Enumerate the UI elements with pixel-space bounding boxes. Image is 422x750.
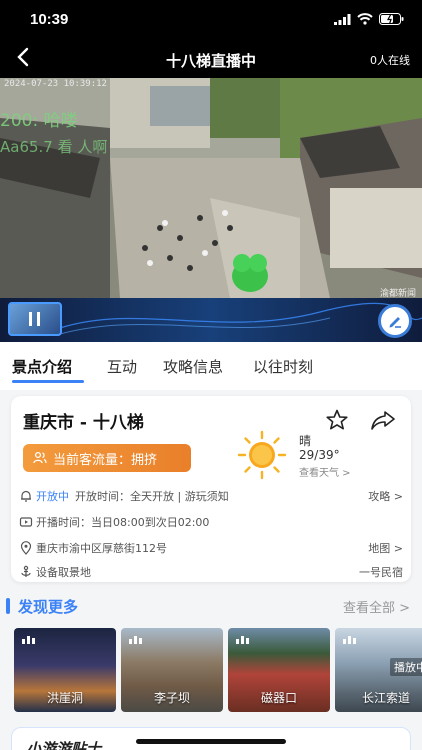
tab-guide[interactable]: 攻略信息	[163, 356, 223, 377]
spot-title: 重庆市 - 十八梯	[23, 413, 144, 433]
spot-card[interactable]: 磁器口	[228, 628, 330, 712]
spot-name: 李子坝	[153, 691, 190, 705]
discover-title: 发现更多	[18, 598, 79, 616]
tab-bar: 景点介绍 互动 攻略信息 以往时刻	[0, 342, 422, 390]
home-indicator	[136, 739, 286, 744]
people-icon	[33, 451, 47, 464]
danmaku-line-2: Aa65.7 看 人啊	[0, 138, 108, 156]
bell-icon	[21, 490, 31, 502]
live-signal-icon	[236, 636, 249, 644]
signal-icon	[334, 13, 351, 25]
status-time: 10:39	[30, 11, 69, 28]
weather-temperature: 29/39°	[299, 448, 340, 462]
status-icons	[334, 13, 404, 25]
live-video[interactable]: 2024-07-23 10:39:12 200: 哈喽 Aa65.7 看 人啊 …	[0, 78, 422, 342]
pause-icon	[29, 312, 40, 326]
active-tab-indicator	[12, 380, 84, 383]
video-timestamp: 2024-07-23 10:39:12	[4, 79, 107, 89]
anchor-icon	[21, 565, 31, 577]
device-location-value: 一号民宿	[359, 566, 403, 579]
spot-card[interactable]: 洪崖洞	[14, 628, 116, 712]
edit-icon	[389, 317, 401, 328]
wave-decoration	[59, 302, 422, 335]
spot-name: 洪崖洞	[46, 691, 83, 705]
crowd-status-text: 当前客流量：拥挤	[53, 452, 158, 468]
share-icon[interactable]	[369, 408, 397, 432]
section-accent-bar	[6, 598, 10, 614]
open-status: 开放中	[36, 490, 69, 503]
interact-button[interactable]	[378, 304, 412, 338]
tips-title: 小游游贴士	[26, 740, 102, 750]
spot-carousel: 洪崖洞 李子坝 磁器口 播放中 长江索道	[14, 628, 422, 714]
address-row: 重庆市渝中区厚慈街112号 地图 >	[19, 540, 403, 556]
wifi-icon	[357, 13, 373, 25]
playing-badge: 播放中	[390, 658, 422, 676]
view-all-link[interactable]: 查看全部 >	[343, 597, 410, 616]
video-control-bar	[0, 298, 422, 342]
spot-card[interactable]: 李子坝	[121, 628, 223, 712]
tab-intro[interactable]: 景点介绍	[12, 356, 72, 377]
broadcast-hours-text: 开播时间：当日08:00到次日02:00	[36, 516, 210, 529]
tab-interaction[interactable]: 互动	[107, 356, 137, 377]
pause-button[interactable]	[8, 302, 62, 336]
open-hours-text: 开放时间：全天开放 | 游玩须知	[75, 490, 229, 503]
spot-card[interactable]: 播放中 长江索道	[335, 628, 422, 712]
battery-icon	[379, 13, 404, 25]
sunny-weather-icon	[237, 430, 287, 480]
live-signal-icon	[22, 636, 35, 644]
device-location-row: 设备取景地 一号民宿	[19, 564, 403, 580]
discover-header: 发现更多 查看全部 >	[6, 596, 416, 616]
spot-name: 磁器口	[260, 691, 297, 705]
top-bar: 10:39 十八梯直播中 0人在线	[0, 0, 422, 78]
page-title: 十八梯直播中	[165, 52, 256, 70]
crowd-status-badge: 当前客流量：拥挤	[23, 444, 191, 472]
star-icon[interactable]	[325, 408, 349, 432]
guide-link[interactable]: 攻略 >	[368, 488, 403, 504]
danmaku-line-1: 200: 哈喽	[0, 111, 78, 131]
online-count: 0人在线	[370, 54, 410, 67]
location-icon	[20, 541, 32, 555]
map-link[interactable]: 地图 >	[368, 540, 403, 556]
video-icon	[19, 517, 33, 527]
device-location-label: 设备取景地	[36, 566, 91, 579]
live-signal-icon	[129, 636, 142, 644]
open-hours-row: 开放中 开放时间：全天开放 | 游玩须知 攻略 >	[19, 488, 403, 504]
live-signal-icon	[343, 636, 356, 644]
view-weather-link[interactable]: 查看天气 >	[299, 464, 351, 479]
broadcast-hours-row: 开播时间：当日08:00到次日02:00	[19, 514, 403, 530]
spot-name: 长江索道	[361, 691, 410, 705]
tab-history[interactable]: 以往时刻	[253, 356, 313, 377]
spot-info-card: 重庆市 - 十八梯 当前客流量：拥挤 晴 29/39° 查看天气 > 开放中 开…	[11, 396, 411, 582]
weather-condition: 晴	[299, 434, 312, 448]
address-text: 重庆市渝中区厚慈街112号	[36, 542, 167, 555]
